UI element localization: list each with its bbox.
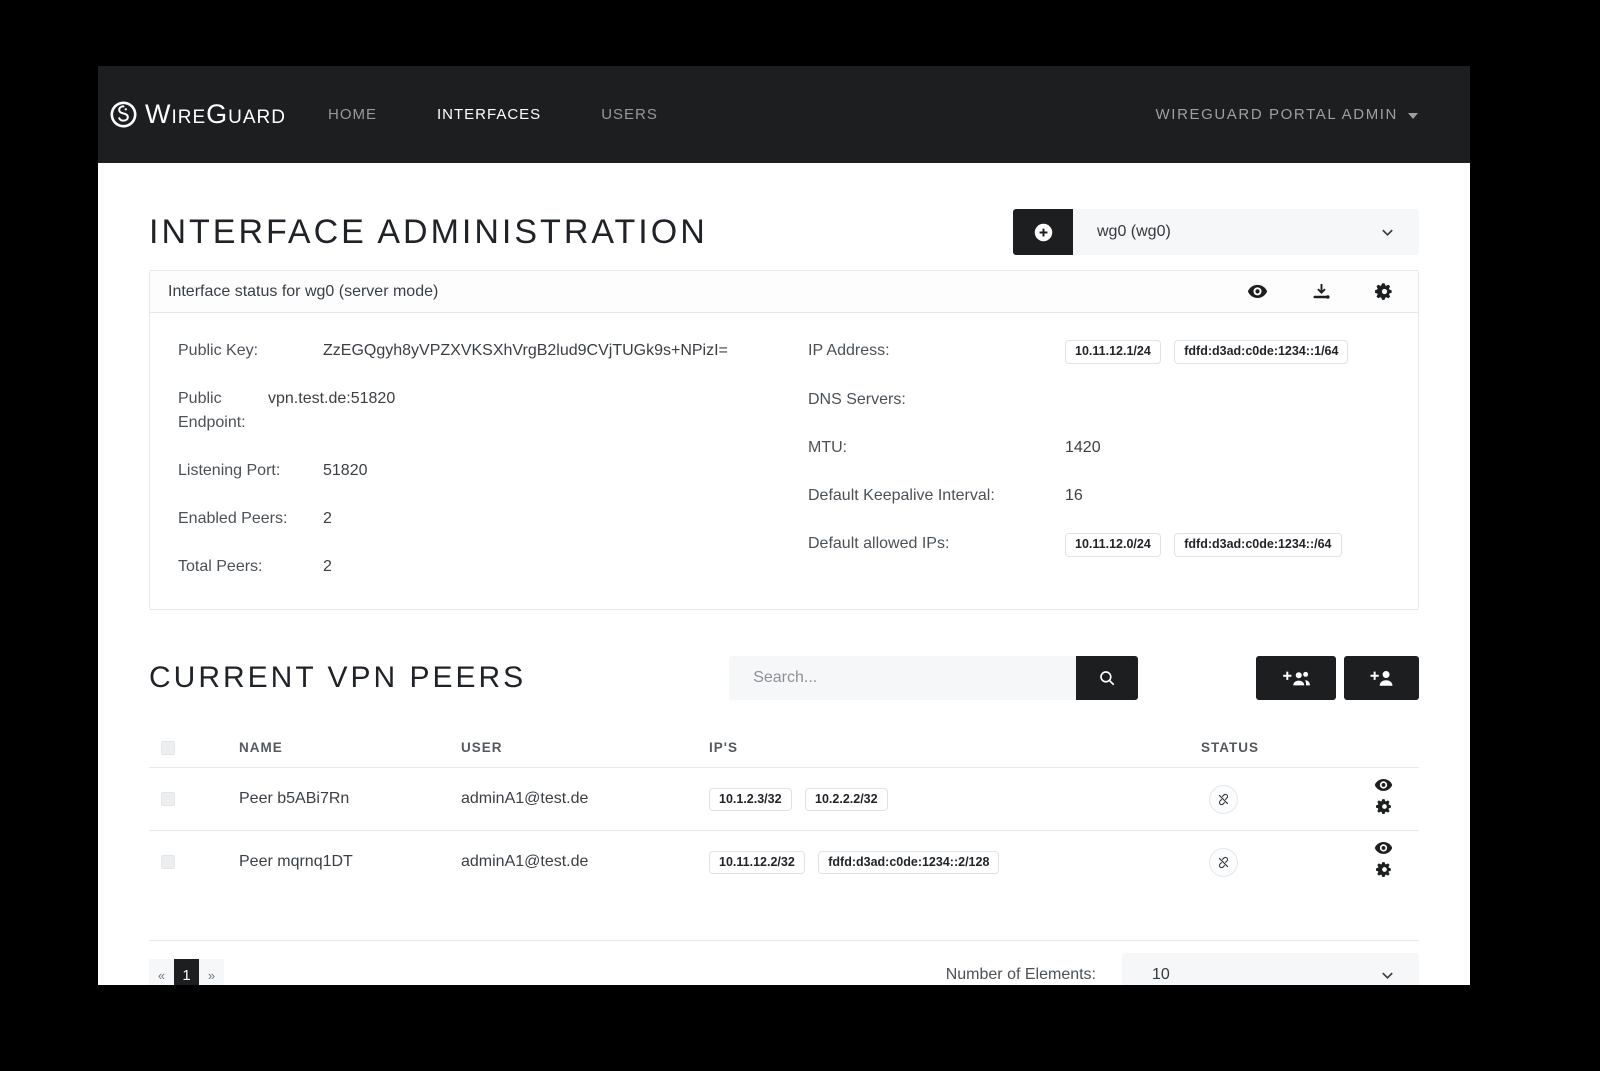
status-left-column: Public Key: ZzEGQgyh8yVPZXVKSXhVrgB2lud9… <box>178 339 808 579</box>
page-header: INTERFACE ADMINISTRATION wg0 (wg0) <box>149 209 1419 255</box>
column-header-ips: IP'S <box>709 728 1201 768</box>
nav-item-users[interactable]: USERS <box>601 106 658 123</box>
interface-status-card: Interface status for wg0 (server mode) <box>149 270 1419 610</box>
peers-header: CURRENT VPN PEERS <box>149 656 1419 700</box>
pagination: « 1 » <box>149 959 224 985</box>
elements-label: Number of Elements: <box>946 966 1096 984</box>
ip-badge: 10.1.2.3/32 <box>709 788 792 812</box>
select-all-checkbox[interactable] <box>161 741 175 755</box>
eye-icon[interactable] <box>1374 841 1393 856</box>
add-interface-button[interactable] <box>1013 209 1073 255</box>
field-listening-port: Listening Port: 51820 <box>178 459 808 483</box>
interface-select-value: wg0 (wg0) <box>1097 223 1171 241</box>
ip-badge: 10.11.12.1/24 <box>1065 340 1161 364</box>
nav-item-interfaces[interactable]: INTERFACES <box>437 106 541 123</box>
peers-table: NAME USER IP'S STATUS Peer b5ABi7Rn admi… <box>149 728 1419 893</box>
status-card-header: Interface status for wg0 (server mode) <box>150 271 1418 313</box>
peer-add-buttons <box>1256 656 1419 700</box>
status-card-body: Public Key: ZzEGQgyh8yVPZXVKSXhVrgB2lud9… <box>150 313 1418 609</box>
status-right-column: IP Address: 10.11.12.1/24 fdfd:d3ad:c0de… <box>808 339 1390 579</box>
ip-badge: 10.11.12.0/24 <box>1065 533 1161 557</box>
field-enabled-peers: Enabled Peers: 2 <box>178 507 808 531</box>
app-window: WireGuard HOME INTERFACES USERS WIREGUAR… <box>98 66 1470 985</box>
status-disconnected-icon <box>1209 848 1238 877</box>
eye-icon[interactable] <box>1247 284 1268 300</box>
ip-badge: 10.11.12.2/32 <box>709 851 805 875</box>
brand-name: WireGuard <box>145 99 286 130</box>
gear-icon[interactable] <box>1375 282 1394 301</box>
interface-select-group: wg0 (wg0) <box>1013 209 1419 255</box>
field-dns-servers: DNS Servers: <box>808 388 1390 412</box>
table-row: Peer mqrnq1DT adminA1@test.de 10.11.12.2… <box>149 831 1419 894</box>
caret-down-icon <box>1408 113 1418 119</box>
brand[interactable]: WireGuard <box>110 99 286 130</box>
nav-links: HOME INTERFACES USERS <box>328 106 658 123</box>
field-mtu: MTU: 1420 <box>808 436 1390 460</box>
status-disconnected-icon <box>1209 785 1238 814</box>
chevron-down-icon <box>1380 225 1395 240</box>
ip-badge: fdfd:d3ad:c0de:1234::2/128 <box>818 851 999 875</box>
screen-background: WireGuard HOME INTERFACES USERS WIREGUAR… <box>0 0 1600 1071</box>
table-footer: « 1 » Number of Elements: 10 <box>149 953 1419 985</box>
elements-select[interactable]: 10 <box>1122 953 1419 985</box>
plus-user-icon <box>1368 667 1395 689</box>
field-keepalive: Default Keepalive Interval: 16 <box>808 484 1390 508</box>
elements-select-value: 10 <box>1152 966 1170 984</box>
peer-name: Peer mqrnq1DT <box>239 831 461 894</box>
ip-badge: fdfd:d3ad:c0de:1234::/64 <box>1174 533 1341 557</box>
field-public-key: Public Key: ZzEGQgyh8yVPZXVKSXhVrgB2lud9… <box>178 339 808 363</box>
add-peer-button[interactable] <box>1344 656 1419 700</box>
row-checkbox[interactable] <box>161 792 175 806</box>
peer-name: Peer b5ABi7Rn <box>239 768 461 831</box>
chevron-down-icon <box>1380 968 1395 983</box>
search-group <box>729 656 1138 700</box>
elements-per-page-group: Number of Elements: 10 <box>946 953 1419 985</box>
status-card-actions <box>1247 282 1402 301</box>
top-navbar: WireGuard HOME INTERFACES USERS WIREGUAR… <box>98 66 1470 163</box>
plus-circle-icon <box>1033 222 1054 243</box>
add-multiple-peers-button[interactable] <box>1256 656 1336 700</box>
download-config-icon[interactable] <box>1312 282 1331 301</box>
field-total-peers: Total Peers: 2 <box>178 555 808 579</box>
search-input[interactable] <box>729 656 1076 700</box>
pagination-next[interactable]: » <box>199 959 224 985</box>
search-icon <box>1098 669 1116 687</box>
row-checkbox[interactable] <box>161 855 175 869</box>
ip-badge: fdfd:d3ad:c0de:1234::1/64 <box>1174 340 1348 364</box>
field-allowed-ips: Default allowed IPs: 10.11.12.0/24 fdfd:… <box>808 532 1390 557</box>
ip-badge: 10.2.2.2/32 <box>805 788 888 812</box>
status-card-title: Interface status for wg0 (server mode) <box>168 283 438 301</box>
column-header-status: STATUS <box>1201 728 1341 768</box>
plus-users-icon <box>1281 667 1311 689</box>
gear-icon[interactable] <box>1376 798 1393 815</box>
pagination-prev[interactable]: « <box>149 959 174 985</box>
field-public-endpoint: Public Endpoint: vpn.test.de:51820 <box>178 387 808 435</box>
user-menu-label: WIREGUARD PORTAL ADMIN <box>1156 106 1398 123</box>
gear-icon[interactable] <box>1376 861 1393 878</box>
field-ip-address: IP Address: 10.11.12.1/24 fdfd:d3ad:c0de… <box>808 339 1390 364</box>
wireguard-logo-icon <box>110 101 137 128</box>
footer-divider <box>149 940 1419 941</box>
column-header-name: NAME <box>239 728 461 768</box>
table-header-row: NAME USER IP'S STATUS <box>149 728 1419 768</box>
search-button[interactable] <box>1076 656 1138 700</box>
user-menu-dropdown[interactable]: WIREGUARD PORTAL ADMIN <box>1156 106 1418 123</box>
nav-item-home[interactable]: HOME <box>328 106 377 123</box>
peer-user: adminA1@test.de <box>461 831 709 894</box>
eye-icon[interactable] <box>1374 778 1393 793</box>
column-header-user: USER <box>461 728 709 768</box>
table-row: Peer b5ABi7Rn adminA1@test.de 10.1.2.3/3… <box>149 768 1419 831</box>
peers-title: CURRENT VPN PEERS <box>149 661 526 695</box>
pagination-page-1[interactable]: 1 <box>174 959 199 985</box>
page-title: INTERFACE ADMINISTRATION <box>149 213 708 252</box>
peer-user: adminA1@test.de <box>461 768 709 831</box>
interface-select[interactable]: wg0 (wg0) <box>1073 209 1419 255</box>
